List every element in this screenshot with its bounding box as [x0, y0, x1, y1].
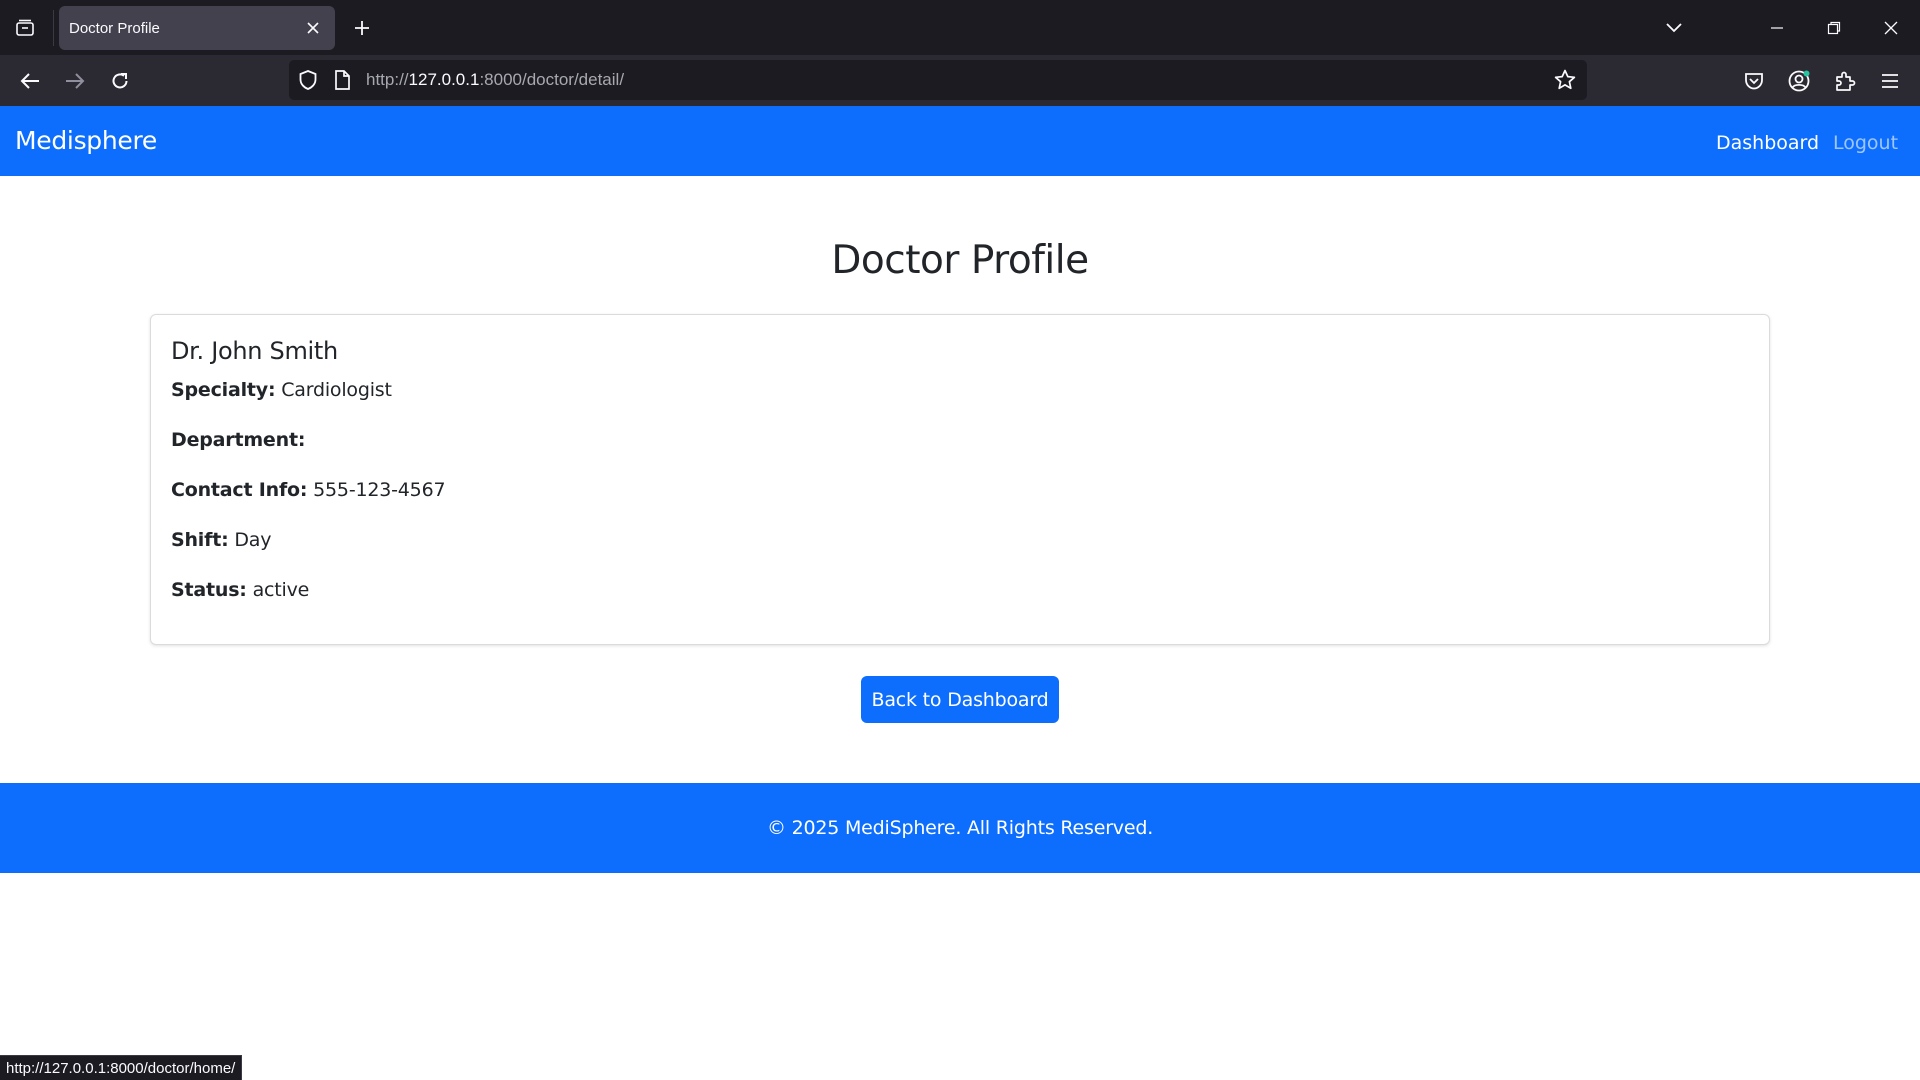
forward-arrow-icon[interactable]	[57, 63, 93, 99]
doctor-name: Dr. John Smith	[171, 337, 338, 365]
back-to-dashboard-button[interactable]: Back to Dashboard	[861, 676, 1059, 723]
page-title: Doctor Profile	[831, 238, 1089, 283]
field-specialty: Specialty: Cardiologist	[171, 379, 392, 401]
brand-logo-link[interactable]: Medisphere	[15, 126, 157, 155]
nav-link-logout[interactable]: Logout	[1833, 132, 1898, 154]
tab-list-icon[interactable]	[8, 12, 42, 44]
site-footer: © 2025 MediSphere. All Rights Reserved.	[0, 783, 1920, 873]
nav-link-dashboard[interactable]: Dashboard	[1716, 132, 1819, 154]
app-menu-hamburger-icon[interactable]	[1872, 63, 1908, 99]
tab-separator	[53, 10, 54, 46]
field-label: Specialty:	[171, 379, 276, 401]
bookmark-star-icon[interactable]	[1553, 68, 1577, 92]
field-label: Contact Info:	[171, 479, 308, 501]
field-value: Day	[234, 529, 272, 551]
browser-toolbar: http://127.0.0.1:8000/doctor/detail/	[0, 55, 1920, 106]
browser-tab-active[interactable]: Doctor Profile	[59, 6, 335, 50]
footer-copyright: © 2025 MediSphere. All Rights Reserved.	[766, 817, 1154, 839]
field-value: active	[252, 579, 310, 601]
url-bar[interactable]: http://127.0.0.1:8000/doctor/detail/	[289, 60, 1587, 100]
tab-close-icon[interactable]	[299, 14, 327, 42]
field-value: Cardiologist	[281, 379, 392, 401]
link-preview-status: http://127.0.0.1:8000/doctor/home/	[0, 1055, 243, 1080]
account-avatar-icon[interactable]	[1781, 63, 1817, 99]
field-contact-info: Contact Info: 555-123-4567	[171, 479, 446, 501]
tab-title: Doctor Profile	[69, 19, 160, 37]
url-text: http://127.0.0.1:8000/doctor/detail/	[366, 70, 625, 89]
pocket-icon[interactable]	[1736, 63, 1772, 99]
field-label: Status:	[171, 579, 247, 601]
doctor-profile-card: Dr. John Smith Specialty: Cardiologist D…	[150, 314, 1770, 645]
field-label: Shift:	[171, 529, 229, 551]
field-shift: Shift: Day	[171, 529, 271, 551]
page-info-icon[interactable]	[330, 68, 354, 92]
field-department: Department:	[171, 429, 305, 451]
browser-titlebar: Doctor Profile	[0, 0, 1920, 55]
restore-icon[interactable]	[1814, 8, 1854, 48]
new-tab-icon[interactable]	[346, 12, 378, 44]
site-navbar: Medisphere Dashboard Logout	[0, 106, 1920, 176]
field-label: Department:	[171, 429, 306, 451]
back-arrow-icon[interactable]	[12, 63, 48, 99]
tracking-protection-shield-icon[interactable]	[296, 68, 320, 92]
minimize-icon[interactable]	[1757, 8, 1797, 48]
reload-icon[interactable]	[102, 63, 138, 99]
field-status: Status: active	[171, 579, 309, 601]
field-value: 555-123-4567	[313, 479, 446, 501]
close-window-icon[interactable]	[1871, 8, 1911, 48]
extensions-puzzle-icon[interactable]	[1827, 63, 1863, 99]
tab-overflow-chevron-down-icon[interactable]	[1654, 8, 1694, 48]
